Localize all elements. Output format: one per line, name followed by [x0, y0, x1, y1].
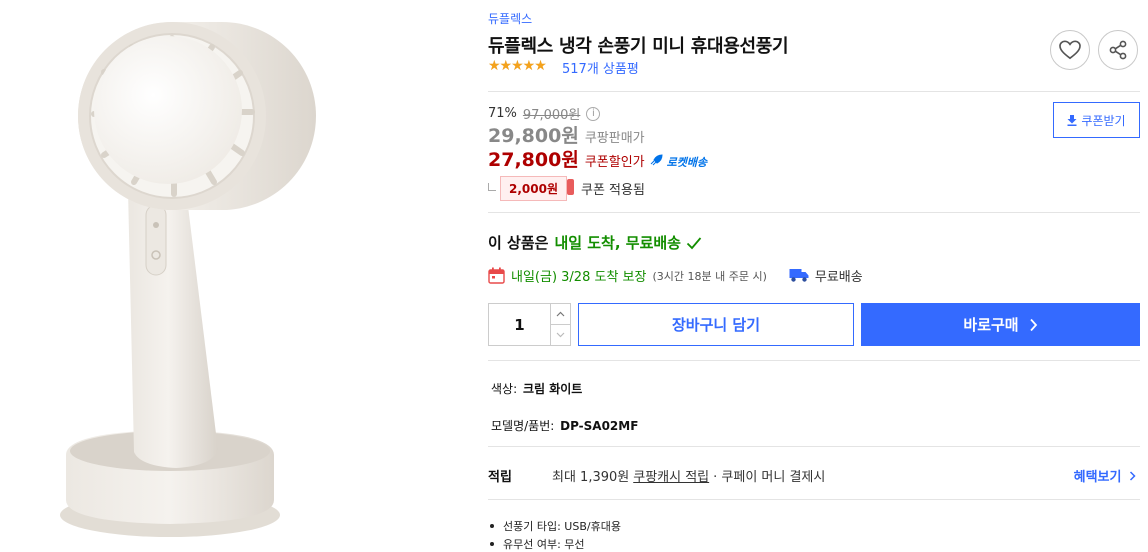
product-image[interactable]: [0, 0, 466, 552]
delivery-detail-row: 내일(금) 3/28 도착 보장 (3시간 18분 내 주문 시) 무료배송: [488, 266, 863, 285]
rocket-icon: [650, 154, 663, 166]
view-benefits-label: 혜택보기: [1073, 470, 1122, 485]
color-option-value: 크림 화이트: [522, 382, 583, 396]
sale-price-label: 쿠팡판매가: [584, 131, 645, 146]
share-icon: [1109, 40, 1127, 60]
product-info-panel: 듀플렉스 듀플렉스 냉각 손풍기 미니 휴대용선풍기 ★★★★★ ★★★★★ 5…: [488, 0, 1140, 552]
sale-price: 29,800원: [488, 125, 579, 147]
quantity-stepper[interactable]: [488, 303, 571, 346]
delivery-headline: 이 상품은 내일 도착, 무료배송: [488, 232, 702, 253]
free-shipping: 무료배송: [789, 266, 863, 285]
coupon-download-button[interactable]: 쿠폰받기: [1053, 102, 1140, 138]
arrival-guarantee: 내일(금) 3/28 도착 보장: [511, 270, 647, 285]
coupon-row: 2,000원 쿠폰 적용됨: [488, 176, 645, 201]
color-option: 색상: 크림 화이트: [491, 380, 582, 397]
coupon-price-row: 27,800원 쿠폰할인가 로켓배송: [488, 145, 707, 172]
quantity-input[interactable]: [489, 304, 550, 345]
calendar-icon: [488, 267, 505, 284]
brand-link[interactable]: 듀플렉스: [488, 10, 532, 27]
points-label: 적립: [488, 470, 512, 485]
free-shipping-label: 무료배송: [814, 270, 863, 285]
divider: [488, 360, 1140, 361]
coupon-price: 27,800원: [488, 149, 579, 171]
discount-rate: 71%: [488, 106, 517, 121]
stars-filled: ★★★★★: [488, 58, 547, 74]
divider: [488, 499, 1140, 500]
truck-icon: [789, 269, 809, 282]
model-option: 모델명/품번: DP-SA02MF: [491, 417, 638, 434]
model-option-value: DP-SA02MF: [560, 419, 639, 433]
buy-now-label: 바로구매: [963, 316, 1019, 334]
coupang-cash-link[interactable]: 쿠팡캐시 적립: [633, 466, 709, 485]
heart-icon: [1059, 40, 1081, 60]
delivery-headline-highlight: 내일 도착, 무료배송: [554, 234, 681, 252]
rating-row: ★★★★★ ★★★★★ 517개 상품평: [488, 58, 639, 77]
divider: [488, 446, 1140, 447]
quantity-increase-button[interactable]: [551, 304, 570, 324]
chevron-up-icon: [556, 311, 565, 317]
coupon-download-label: 쿠폰받기: [1081, 113, 1126, 128]
download-icon: [1067, 114, 1077, 126]
quantity-decrease-button[interactable]: [551, 324, 570, 345]
star-rating: ★★★★★ ★★★★★: [488, 58, 558, 74]
info-icon[interactable]: i: [586, 106, 601, 121]
points-row: 적립 최대 1,390원 쿠팡캐시 적립 · 쿠페이 머니 결제시 혜택보기: [488, 466, 1140, 485]
coupon-price-label: 쿠폰할인가: [584, 155, 645, 170]
product-title: 듀플렉스 냉각 손풍기 미니 휴대용선풍기: [488, 36, 789, 57]
arrival-note: (3시간 18분 내 주문 시): [652, 269, 767, 283]
spec-item: 선풍기 타입: USB/휴대용: [490, 517, 621, 535]
review-count-link[interactable]: 517개 상품평: [562, 58, 639, 77]
spec-item: 유무선 여부: 무선: [490, 535, 621, 552]
coupon-amount-chip: 2,000원: [500, 176, 574, 201]
check-icon: [686, 236, 702, 249]
handheld-fan-illustration: [60, 22, 316, 537]
sale-price-row: 29,800원 쿠팡판매가: [488, 121, 645, 148]
view-benefits-link[interactable]: 혜택보기: [1074, 466, 1136, 485]
coupon-applied-text: 쿠폰 적용됨: [581, 183, 645, 198]
spec-list: 선풍기 타입: USB/휴대용 유무선 여부: 무선: [490, 517, 621, 552]
delivery-headline-prefix: 이 상품은: [488, 234, 549, 252]
points-amount: 최대 1,390원: [552, 470, 630, 485]
divider: [488, 91, 1140, 92]
chevron-right-icon: [1129, 471, 1136, 481]
quantity-step-buttons: [550, 304, 570, 345]
wishlist-button[interactable]: [1050, 30, 1090, 70]
elbow-connector: [488, 182, 496, 191]
add-to-cart-button[interactable]: 장바구니 담기: [578, 303, 854, 346]
chevron-right-icon: [1029, 318, 1037, 331]
buy-now-button[interactable]: 바로구매: [861, 303, 1140, 346]
model-option-label: 모델명/품번:: [491, 419, 555, 433]
chevron-down-icon: [556, 332, 565, 338]
color-option-label: 색상:: [491, 382, 518, 396]
points-condition: · 쿠페이 머니 결제시: [713, 470, 826, 485]
rocket-delivery-badge: 로켓배송: [666, 156, 708, 169]
divider: [488, 212, 1140, 213]
share-button[interactable]: [1098, 30, 1138, 70]
